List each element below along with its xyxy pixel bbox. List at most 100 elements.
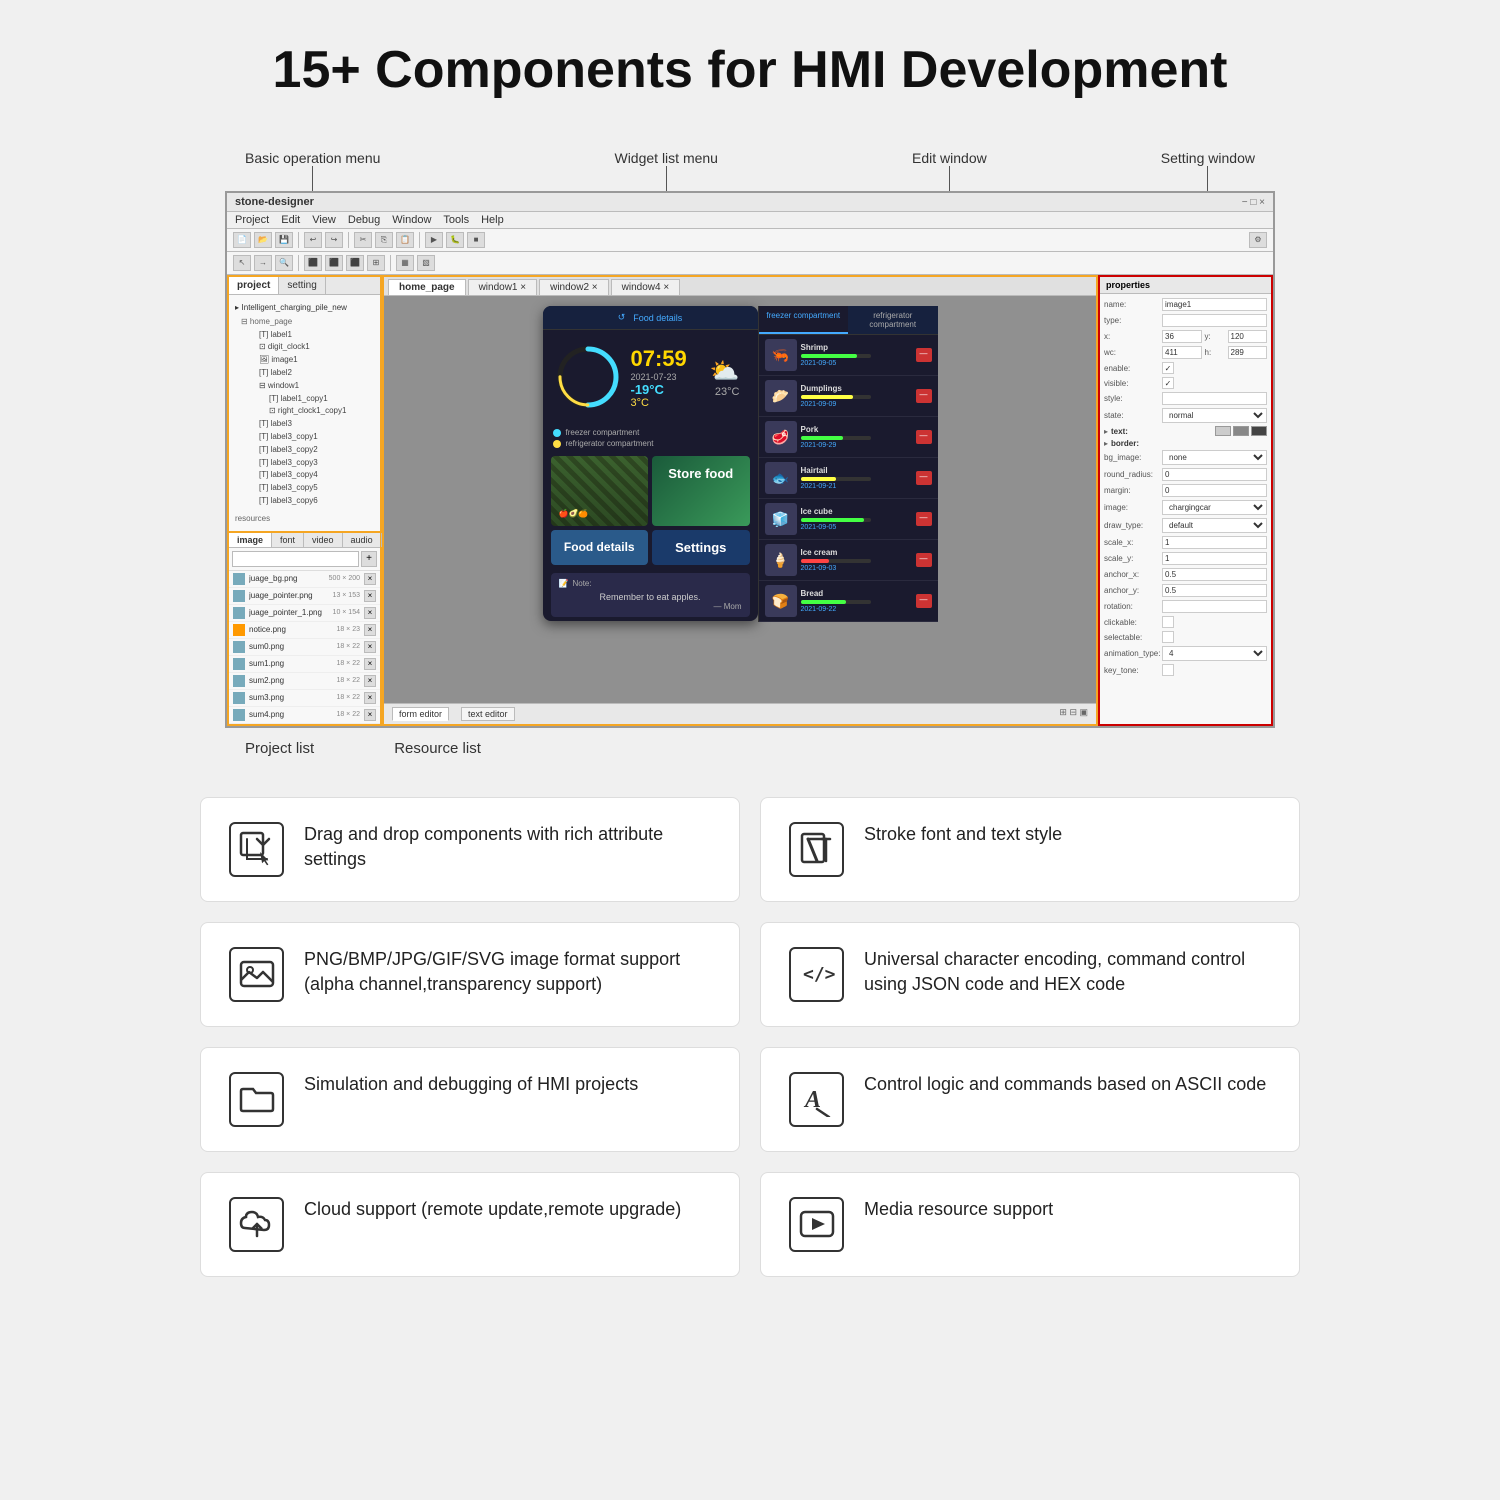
text-editor-tab[interactable]: text editor (461, 707, 515, 721)
tree-label3-c2[interactable]: [T] label3_copy2 (259, 444, 378, 457)
res-tab-font[interactable]: font (272, 533, 304, 547)
menu-edit[interactable]: Edit (281, 214, 300, 226)
setting-tab[interactable]: setting (279, 277, 325, 294)
prop-anchor-x-input[interactable] (1162, 568, 1267, 581)
food-delete-btn[interactable]: — (916, 512, 932, 526)
list-item[interactable]: sum2.png 18 × 22 × (229, 673, 380, 690)
text-color-3[interactable] (1251, 426, 1267, 436)
delete-btn[interactable]: × (364, 675, 376, 687)
project-tab[interactable]: project (229, 277, 279, 294)
toolbar-settings[interactable]: ⚙ (1249, 232, 1267, 248)
menu-help[interactable]: Help (481, 214, 504, 226)
toolbar-select[interactable]: ↖ (233, 255, 251, 271)
tree-image1[interactable]: 🖼 image1 (259, 354, 378, 367)
ide-menubar[interactable]: Project Edit View Debug Window Tools Hel… (227, 212, 1273, 229)
list-item[interactable]: juage_pointer.png 13 × 153 × (229, 588, 380, 605)
toolbar-debug[interactable]: 🐛 (446, 232, 464, 248)
delete-btn[interactable]: × (364, 590, 376, 602)
prop-state-select[interactable]: normal (1162, 408, 1267, 423)
prop-scale-x-input[interactable] (1162, 536, 1267, 549)
tree-label3-c6[interactable]: [T] label3_copy6 (259, 495, 378, 508)
list-item[interactable]: sum1.png 18 × 22 × (229, 656, 380, 673)
prop-y-input[interactable] (1228, 330, 1268, 343)
toolbar-open[interactable]: 📂 (254, 232, 272, 248)
prop-draw-type-select[interactable]: default (1162, 518, 1267, 533)
prop-anchor-y-input[interactable] (1162, 584, 1267, 597)
toolbar-group[interactable]: ▧ (417, 255, 435, 271)
menu-view[interactable]: View (312, 214, 336, 226)
menu-debug[interactable]: Debug (348, 214, 380, 226)
delete-btn[interactable]: × (364, 607, 376, 619)
tree-window1[interactable]: ⊟ window1 (259, 380, 378, 393)
tab-window4[interactable]: window4 × (611, 279, 681, 295)
prop-rotation-input[interactable] (1162, 600, 1267, 613)
tree-label3-c3[interactable]: [T] label3_copy3 (259, 457, 378, 470)
toolbar-align-center[interactable]: ⬛ (325, 255, 343, 271)
res-tab-video[interactable]: video (304, 533, 343, 547)
prop-key-tone-checkbox[interactable] (1162, 664, 1174, 676)
toolbar-copy[interactable]: ⎘ (375, 232, 393, 248)
toolbar-align-right[interactable]: ⬛ (346, 255, 364, 271)
menu-project[interactable]: Project (235, 214, 269, 226)
store-food-btn[interactable]: Store food (652, 456, 750, 526)
toolbar-cut[interactable]: ✂ (354, 232, 372, 248)
food-delete-btn[interactable]: — (916, 430, 932, 444)
tree-root[interactable]: ▸ Intelligent_charging_pile_new (231, 299, 378, 316)
food-tab-refrigerator[interactable]: refrigerator compartment (848, 306, 938, 334)
menu-tools[interactable]: Tools (443, 214, 469, 226)
food-delete-btn[interactable]: — (916, 348, 932, 362)
search-input[interactable] (232, 551, 359, 567)
list-item[interactable]: sum4.png 18 × 22 × (229, 707, 380, 724)
prop-bg-image-select[interactable]: none (1162, 450, 1267, 465)
tree-label3-c5[interactable]: [T] label3_copy5 (259, 482, 378, 495)
prop-animation-select[interactable]: 4 (1162, 646, 1267, 661)
delete-btn[interactable]: × (364, 658, 376, 670)
res-tab-image[interactable]: image (229, 533, 272, 547)
prop-w-input[interactable] (1162, 346, 1202, 359)
food-delete-btn[interactable]: — (916, 389, 932, 403)
delete-btn[interactable]: × (364, 692, 376, 704)
tree-resources[interactable]: resources (231, 512, 378, 527)
prop-round-input[interactable] (1162, 468, 1267, 481)
prop-h-input[interactable] (1228, 346, 1268, 359)
tab-window2[interactable]: window2 × (539, 279, 609, 295)
toolbar-new[interactable]: 📄 (233, 232, 251, 248)
tree-label3-c4[interactable]: [T] label3_copy4 (259, 469, 378, 482)
prop-clickable-checkbox[interactable] (1162, 616, 1174, 628)
food-tab-freezer[interactable]: freezer compartment (759, 306, 849, 334)
list-item[interactable]: juage_pointer_1.png 10 × 154 × (229, 605, 380, 622)
list-item[interactable]: juage_bg.png 500 × 200 × (229, 571, 380, 588)
res-tab-audio[interactable]: audio (343, 533, 382, 547)
food-delete-btn[interactable]: — (916, 553, 932, 567)
prop-selectable-checkbox[interactable] (1162, 631, 1174, 643)
toolbar-align-left[interactable]: ⬛ (304, 255, 322, 271)
toolbar-zoom-in[interactable]: 🔍 (275, 255, 293, 271)
toolbar-grid[interactable]: ⊞ (367, 255, 385, 271)
tree-label3-c1[interactable]: [T] label3_copy1 (259, 431, 378, 444)
prop-scale-y-input[interactable] (1162, 552, 1267, 565)
tree-label2[interactable]: [T] label2 (259, 367, 378, 380)
food-delete-btn[interactable]: — (916, 471, 932, 485)
prop-visible-checkbox[interactable]: ✓ (1162, 377, 1174, 389)
delete-btn[interactable]: × (364, 624, 376, 636)
toolbar-pointer[interactable]: → (254, 255, 272, 271)
food-delete-btn[interactable]: — (916, 594, 932, 608)
toolbar-redo[interactable]: ↪ (325, 232, 343, 248)
prop-image-select[interactable]: chargingcar (1162, 500, 1267, 515)
tree-home-page[interactable]: ⊟ home_page [T] label1 ⊡ digit_clock1 🖼 … (231, 316, 378, 508)
add-resource-btn[interactable]: + (361, 551, 377, 567)
tab-home-page[interactable]: home_page (388, 279, 466, 295)
prop-style-input[interactable] (1162, 392, 1267, 405)
prop-type-input[interactable] (1162, 314, 1267, 327)
tree-label3[interactable]: [T] label3 (259, 418, 378, 431)
toolbar-layout[interactable]: ▦ (396, 255, 414, 271)
delete-btn[interactable]: × (364, 709, 376, 721)
prop-name-input[interactable] (1162, 298, 1267, 311)
list-item[interactable]: notice.png 18 × 23 × (229, 622, 380, 639)
tree-digit-clock1[interactable]: ⊡ digit_clock1 (259, 341, 378, 354)
list-item[interactable]: sum0.png 18 × 22 × (229, 639, 380, 656)
toolbar-paste[interactable]: 📋 (396, 232, 414, 248)
toolbar-run[interactable]: ▶ (425, 232, 443, 248)
tab-window1[interactable]: window1 × (468, 279, 538, 295)
form-editor-tab[interactable]: form editor (392, 707, 449, 721)
